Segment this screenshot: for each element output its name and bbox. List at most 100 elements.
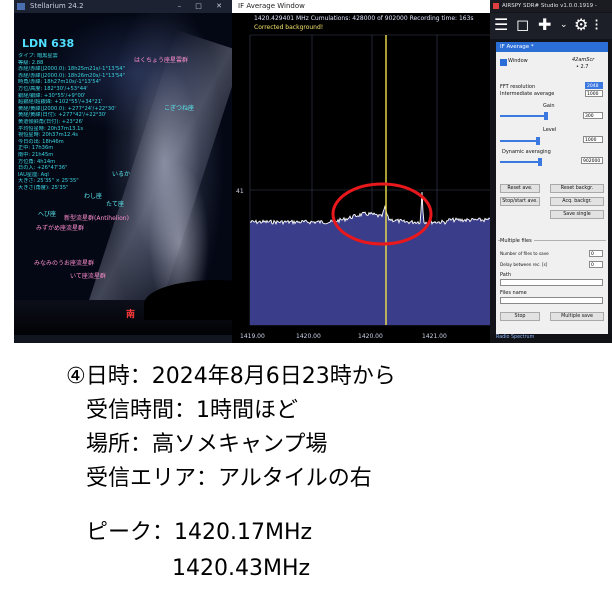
sky-label: いて座流星群 <box>70 273 106 280</box>
window-value: 42amScr <box>572 57 595 63</box>
multiple-save-button[interactable]: Multiple save <box>550 312 604 321</box>
sdr-window: AIRSPY SDR# Studio v1.0.0.1919 - ☰ ◻ ✚ ⌄… <box>490 0 612 343</box>
stellarium-window: Stellarium 24.2 – □ ✕ LDN 638 タイプ: 暗黒星雲等… <box>14 0 232 343</box>
level-input[interactable]: 1000 <box>583 136 603 143</box>
delay-label: Delay between rec. [s] <box>500 262 548 267</box>
if-average-window: IF Average Window 41 1419.00 1420.00 142… <box>232 0 490 343</box>
info-line: 時角/赤緯: 18h27m10s/-1°13'54" <box>18 79 102 86</box>
window-checkbox[interactable] <box>500 59 507 66</box>
save-single-button[interactable]: Save single <box>550 210 604 219</box>
sky-label: へび座 <box>38 211 57 218</box>
info-line: 黄経/黄緯(日付): +277°42'/+22°30' <box>18 112 107 119</box>
add-icon[interactable]: ✚ <box>538 16 551 34</box>
object-name: LDN 638 <box>22 37 75 50</box>
info-line: 正中: 17h36m <box>18 145 54 152</box>
info-line: 南中: 21h45m <box>18 151 54 158</box>
acq-backgr-button[interactable]: Acq. backgr. <box>550 197 604 206</box>
x-tick-label: 1420.00 <box>358 333 383 340</box>
level-slider[interactable] <box>500 137 540 145</box>
intermediate-average-input[interactable]: 1000 <box>585 90 603 97</box>
screenshot-composite: Stellarium 24.2 – □ ✕ LDN 638 タイプ: 暗黒星雲等… <box>0 0 612 343</box>
sdr-footer: Radio Spectrum <box>490 334 612 343</box>
x-tick-label: 1419.00 <box>240 333 265 340</box>
number-of-files-input[interactable]: 0 <box>589 250 603 257</box>
info-line: 方位角: 4h14m <box>18 158 56 165</box>
corrected-background-text: Corrected background! <box>254 24 324 31</box>
intermediate-average-label: Intermediate average <box>500 91 555 97</box>
info-line: タイプ: 暗黒星雲 <box>18 53 58 59</box>
gain-input[interactable]: 300 <box>583 112 603 119</box>
y-tick-label: 41 <box>236 188 244 195</box>
files-name-label: Files name <box>500 290 527 296</box>
window-controls[interactable]: – □ ✕ <box>178 0 228 13</box>
menu-icon[interactable]: ☰ <box>494 16 508 34</box>
delay-input[interactable]: 0 <box>589 261 603 268</box>
caption-line-peak-2: 1420.43MHz <box>172 556 311 581</box>
info-line: 今日の出: 18h46m <box>18 138 64 145</box>
sky-label: 新型流星群(Antihelion) <box>64 215 129 222</box>
sky-label: こぎつね座 <box>164 105 195 112</box>
caption-line-duration: 受信時間：1時間ほど <box>86 398 298 423</box>
footer-text: Radio Spectrum <box>496 335 535 340</box>
fft-resolution-input[interactable]: 2048 <box>585 82 603 89</box>
gain-label: Gain <box>543 103 555 109</box>
stellarium-title-bar: Stellarium 24.2 – □ ✕ <box>14 0 232 13</box>
panel-header[interactable]: IF Average * <box>496 42 608 52</box>
sky-label: みなみのうお座流星群 <box>34 260 95 267</box>
info-line: 黄経/黄緯(J2000.0): +277°24'/+22°30' <box>18 105 116 112</box>
files-name-input[interactable] <box>500 297 603 304</box>
tuning-icon[interactable]: ⁝ <box>594 16 599 34</box>
dynamic-averaging-slider[interactable] <box>500 158 542 166</box>
gain-slider[interactable] <box>500 112 548 120</box>
info-line: 大きさ(角度): 25'35" <box>18 184 69 191</box>
info-line: 平均恒星時: 20h37m13.1s <box>18 125 84 132</box>
info-line: 方位/高度: 182°30'/+53°44' <box>18 85 88 92</box>
stop-button[interactable]: Stop <box>500 312 540 321</box>
info-line: 大きさ: 25'35" × 25'35" <box>18 178 79 185</box>
sky-label: みずがめ座流星群 <box>36 225 85 232</box>
caption-line-datetime: ④日時：2024年8月6日23時から <box>66 364 396 389</box>
info-line: 視恒星時: 20h37m12.4s <box>18 132 78 139</box>
stellarium-bottom-bar <box>14 335 232 343</box>
sky-label: いるか <box>112 171 131 178</box>
info-line: 黄道傾斜角(日付): +23°26' <box>18 118 84 125</box>
gear-icon[interactable]: ⚙ <box>574 16 588 34</box>
chevron-down-icon[interactable]: ⌄ <box>560 16 568 34</box>
path-input[interactable] <box>500 279 603 286</box>
info-line: 銀経/銀緯: +30°55'/+9°00' <box>18 92 86 99</box>
sdr-title: AIRSPY SDR# Studio v1.0.0.1919 - <box>502 3 597 9</box>
south-marker: 南 <box>126 310 136 320</box>
reset-ave-button[interactable]: Reset ave. <box>500 184 540 193</box>
dynamic-averaging-label: Dynamic averaging <box>502 149 551 155</box>
fft-resolution-label: FFT resolution <box>500 84 536 90</box>
sky-label: はくちょう座星雲群 <box>134 57 189 64</box>
info-line: 赤経/赤緯(J2000.0): 18h25m21s/-1°13'54" <box>18 66 125 73</box>
stellarium-title: Stellarium 24.2 <box>30 2 84 10</box>
info-line: 等級: 2.88 <box>18 59 44 66</box>
stellarium-app-icon <box>17 3 25 10</box>
caption-line-location: 場所：高ソメキャンプ場 <box>86 432 328 457</box>
window-label: Window <box>508 58 528 64</box>
window-value-2: • 2.7 <box>576 64 589 70</box>
stop-square-icon[interactable]: ◻ <box>516 16 529 34</box>
sky-label: わし座 <box>84 193 103 200</box>
multiple-files-label: Multiple files <box>500 238 534 244</box>
spectrum-plot[interactable]: 41 1419.00 1420.00 1420.00 1421.00 <box>232 0 490 343</box>
path-label: Path <box>500 272 511 278</box>
number-of-files-label: Number of files to save <box>500 251 549 256</box>
caption-line-peak: ピーク：1420.17MHz <box>86 520 313 545</box>
caption-line-area: 受信エリア：アルタイルの右 <box>86 466 372 491</box>
panel-title: IF Average * <box>500 44 534 50</box>
level-label: Level <box>543 127 557 133</box>
info-line: 赤経/赤緯(J2000.0): 18h26m20s/-1°13'54" <box>18 72 125 79</box>
x-tick-label: 1421.00 <box>422 333 447 340</box>
dynamic-averaging-input[interactable]: 902000 <box>581 157 603 164</box>
reset-backgr-button[interactable]: Reset backgr. <box>550 184 604 193</box>
info-line: 超銀経/超銀緯: +102°55'/+34°21' <box>18 99 103 106</box>
status-line: 1420.429401 MHz Cumulations: 428000 of 9… <box>254 15 474 22</box>
sdr-title-bar: AIRSPY SDR# Studio v1.0.0.1919 - <box>490 0 612 12</box>
airspy-app-icon <box>493 3 499 9</box>
sky-label: たて座 <box>106 201 125 208</box>
stop-start-ave-button[interactable]: Stop/start ave. <box>500 197 540 206</box>
sdr-toolbar: ☰ ◻ ✚ ⌄ ⚙ ⁝ <box>490 13 612 39</box>
